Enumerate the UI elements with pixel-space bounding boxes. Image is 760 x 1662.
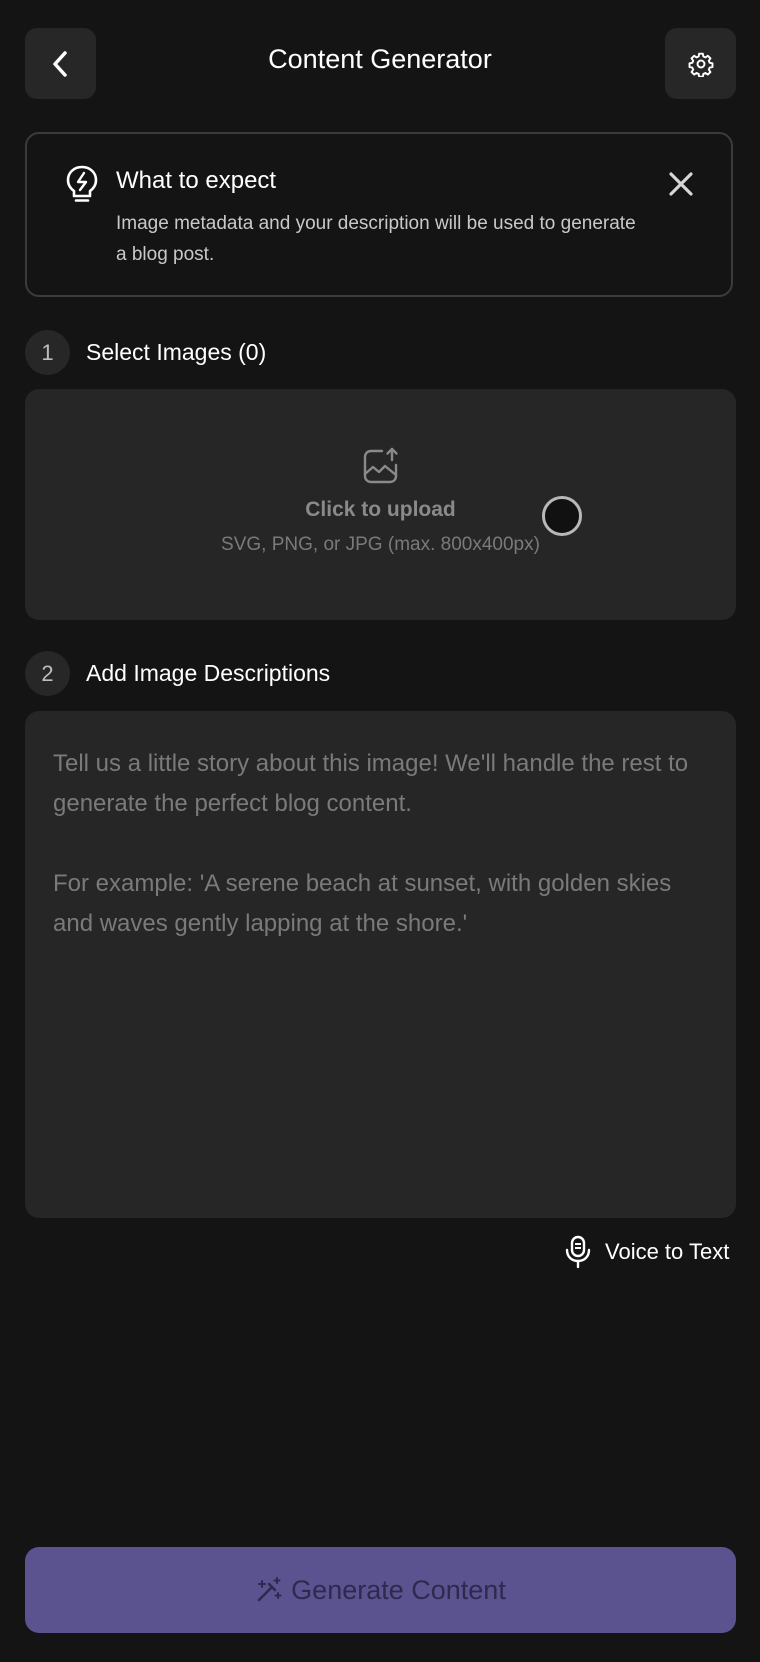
app-header: Content Generator (0, 0, 760, 128)
info-body: Image metadata and your description will… (116, 213, 636, 265)
voice-to-text-button[interactable]: Voice to Text (564, 1234, 729, 1270)
upload-title: Click to upload (305, 498, 456, 521)
step-2-label: Add Image Descriptions (86, 660, 331, 686)
step-1-label: Select Images (0) (86, 339, 267, 365)
step-2-badge: 2 (25, 651, 70, 696)
generate-content-label: Generate Content (291, 1574, 506, 1605)
image-description-input[interactable] (25, 711, 736, 1218)
gear-icon (688, 52, 713, 77)
page-title: Content Generator (268, 44, 492, 74)
info-card: What to expect Image metadata and your d… (25, 132, 733, 297)
magic-wand-icon (257, 1577, 282, 1602)
upload-hint: SVG, PNG, or JPG (max. 800x400px) (221, 534, 540, 555)
info-title: What to expect (116, 167, 277, 194)
generate-content-button[interactable]: Generate Content (25, 1547, 736, 1633)
voice-to-text-label: Voice to Text (605, 1239, 730, 1264)
settings-button[interactable] (665, 28, 736, 99)
image-upload-dropzone[interactable]: Click to upload SVG, PNG, or JPG (max. 8… (25, 389, 736, 620)
close-icon[interactable] (667, 170, 695, 198)
image-upload-icon (363, 447, 398, 484)
microphone-icon (565, 1235, 591, 1269)
step-1-badge: 1 (25, 330, 70, 375)
lightbulb-bolt-icon (66, 165, 98, 202)
touch-cursor-indicator (542, 496, 582, 536)
